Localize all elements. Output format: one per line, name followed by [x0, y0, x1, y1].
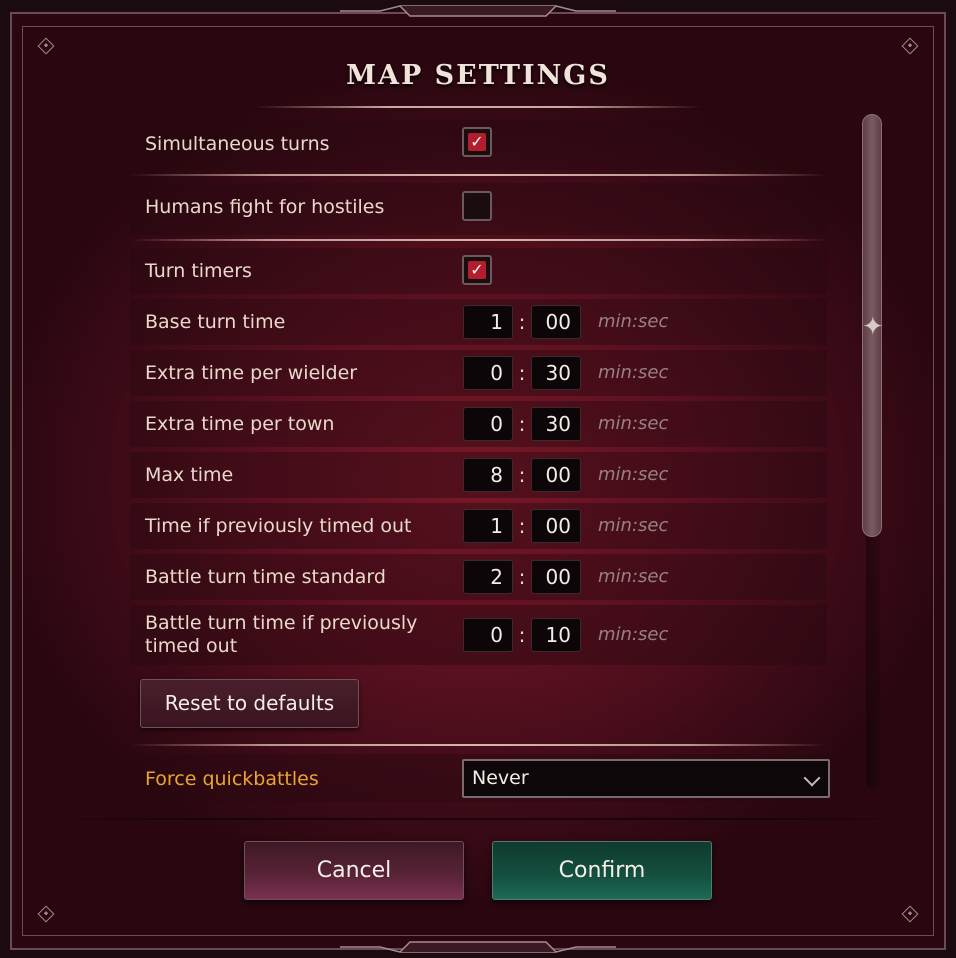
- title-divider: [255, 106, 701, 108]
- setting-label: Simultaneous turns: [145, 133, 330, 155]
- setting-label: Max time: [145, 464, 234, 486]
- simultaneous-turns-checkbox[interactable]: ✓: [462, 127, 492, 157]
- timer-row: Time if previously timed out 1 : 00 min:…: [130, 503, 827, 549]
- setting-label: Extra time per wielder: [145, 362, 358, 384]
- seconds-input[interactable]: 00: [531, 509, 581, 543]
- time-unit: min:sec: [598, 413, 669, 434]
- section-divider: [130, 744, 827, 746]
- setting-label: Extra time per town: [145, 413, 335, 435]
- time-separator: :: [518, 623, 526, 647]
- top-ornament-icon: [340, 5, 616, 17]
- section-divider: [130, 174, 827, 176]
- minutes-input[interactable]: 0: [463, 407, 513, 441]
- setting-label: Turn timers: [145, 260, 252, 282]
- time-unit: min:sec: [598, 624, 669, 645]
- cancel-button[interactable]: Cancel: [244, 841, 464, 900]
- setting-row-turn-timers: Turn timers ✓: [130, 248, 827, 294]
- force-quickbattles-select[interactable]: Never: [462, 759, 830, 798]
- seconds-input[interactable]: 30: [531, 356, 581, 390]
- select-value: Never: [472, 767, 529, 789]
- time-unit: min:sec: [598, 464, 669, 485]
- checkmark-icon: ✓: [468, 261, 486, 279]
- timer-row: Battle turn time standard 2 : 00 min:sec: [130, 554, 827, 600]
- setting-row-simultaneous-turns: Simultaneous turns ✓: [130, 120, 827, 170]
- setting-label: Battle turn time if previously timed out: [145, 612, 418, 657]
- section-divider: [130, 239, 827, 241]
- time-unit: min:sec: [598, 311, 669, 332]
- timer-row: Base turn time 1 : 00 min:sec: [130, 299, 827, 345]
- page-title: MAP SETTINGS: [346, 60, 610, 91]
- chevron-down-icon: [803, 769, 821, 787]
- setting-label: Time if previously timed out: [145, 515, 412, 537]
- scroll-thumb-star-icon: ✦: [862, 312, 884, 342]
- time-separator: :: [518, 361, 526, 385]
- minutes-input[interactable]: 1: [463, 509, 513, 543]
- seconds-input[interactable]: 00: [531, 305, 581, 339]
- reset-to-defaults-button[interactable]: Reset to defaults: [140, 679, 359, 728]
- time-separator: :: [518, 514, 526, 538]
- turn-timers-checkbox[interactable]: ✓: [462, 255, 492, 285]
- setting-row-force-quickbattles: Force quickbattles Never: [130, 754, 830, 802]
- seconds-input[interactable]: 10: [531, 618, 581, 652]
- time-unit: min:sec: [598, 362, 669, 383]
- checkmark-icon: ✓: [468, 133, 486, 151]
- time-separator: :: [518, 310, 526, 334]
- setting-label: Battle turn time standard: [145, 566, 386, 588]
- settings-list: Simultaneous turns ✓ Humans fight for ho…: [130, 118, 830, 802]
- confirm-button[interactable]: Confirm: [492, 841, 712, 900]
- minutes-input[interactable]: 8: [463, 458, 513, 492]
- setting-label: Humans fight for hostiles: [145, 196, 385, 218]
- time-separator: :: [518, 412, 526, 436]
- timer-row: Extra time per wielder 0 : 30 min:sec: [130, 350, 827, 396]
- timer-row: Battle turn time if previously timed out…: [130, 605, 827, 665]
- time-separator: :: [518, 565, 526, 589]
- time-separator: :: [518, 463, 526, 487]
- timer-row: Extra time per town 0 : 30 min:sec: [130, 401, 827, 447]
- humans-fight-checkbox[interactable]: [462, 191, 492, 221]
- setting-label: Base turn time: [145, 311, 286, 333]
- time-unit: min:sec: [598, 515, 669, 536]
- minutes-input[interactable]: 0: [463, 356, 513, 390]
- setting-label: Force quickbattles: [145, 768, 319, 790]
- minutes-input[interactable]: 1: [463, 305, 513, 339]
- minutes-input[interactable]: 2: [463, 560, 513, 594]
- time-unit: min:sec: [598, 566, 669, 587]
- setting-row-humans-fight: Humans fight for hostiles: [130, 183, 827, 235]
- minutes-input[interactable]: 0: [463, 618, 513, 652]
- seconds-input[interactable]: 00: [531, 458, 581, 492]
- seconds-input[interactable]: 00: [531, 560, 581, 594]
- seconds-input[interactable]: 30: [531, 407, 581, 441]
- footer-divider: [22, 818, 934, 820]
- bottom-ornament-icon: [340, 941, 616, 953]
- timer-row: Max time 8 : 00 min:sec: [130, 452, 827, 498]
